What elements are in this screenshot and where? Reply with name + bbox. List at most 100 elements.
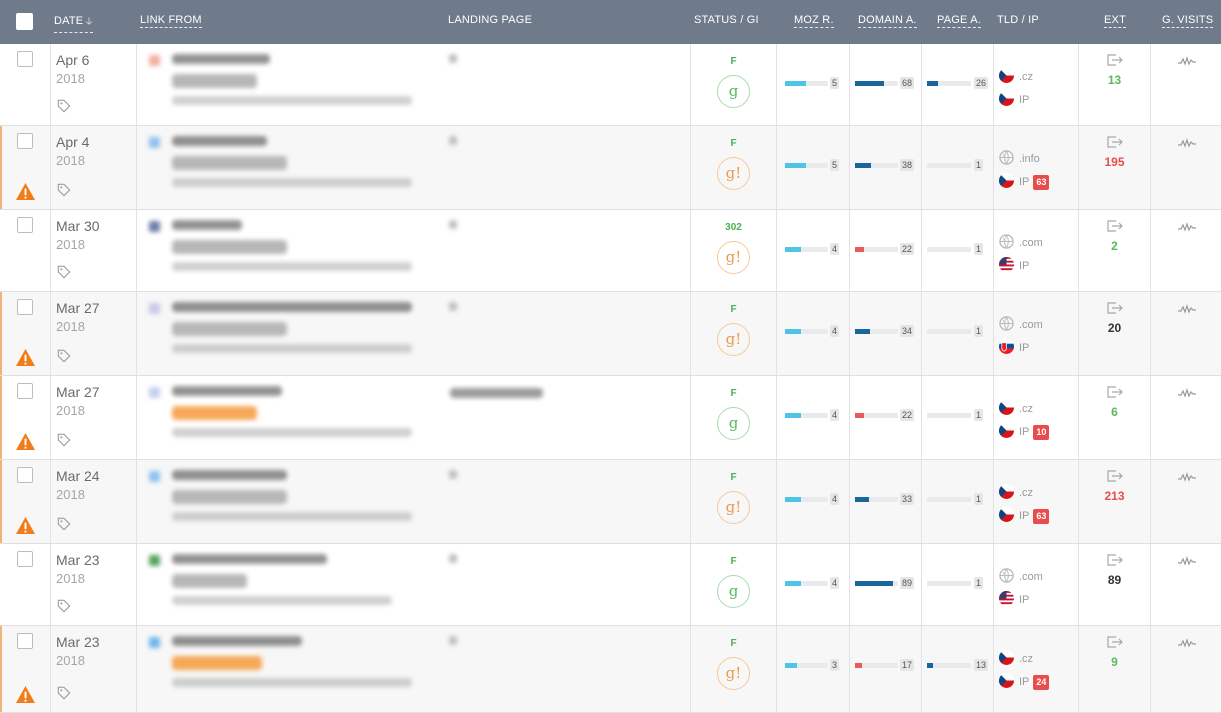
link-domain-redacted[interactable]: [172, 220, 242, 230]
warning-icon[interactable]: [15, 432, 36, 451]
page-authority-bar: [927, 663, 971, 668]
tag-icon[interactable]: [57, 99, 71, 113]
sort-down-icon: 🡣: [85, 16, 93, 27]
row-checkbox[interactable]: [17, 133, 33, 149]
cz-flag-icon: [999, 68, 1014, 83]
link-date: Mar 24: [56, 468, 100, 484]
visits-sparkline-icon[interactable]: [1178, 135, 1196, 148]
column-divider: [849, 126, 850, 209]
link-domain-redacted[interactable]: [172, 54, 270, 64]
landing-page-redacted[interactable]: [449, 136, 457, 145]
column-moz-rank[interactable]: MOZ R.: [794, 14, 834, 28]
moz-rank-value: 3: [830, 659, 840, 671]
domain-authority-fill: [855, 497, 870, 502]
row-checkbox[interactable]: [17, 467, 33, 483]
moz-rank-bar: [785, 329, 828, 334]
visits-sparkline-icon[interactable]: [1178, 385, 1196, 398]
landing-page-redacted[interactable]: [449, 302, 457, 311]
moz-rank-value: 5: [830, 159, 840, 171]
link-domain-redacted[interactable]: [172, 470, 287, 480]
tag-icon[interactable]: [57, 183, 71, 197]
tag-icon[interactable]: [57, 517, 71, 531]
link-domain-redacted[interactable]: [172, 554, 327, 564]
row-checkbox[interactable]: [17, 383, 33, 399]
domain-authority-value: 89: [900, 577, 915, 589]
tag-icon[interactable]: [57, 349, 71, 363]
landing-page-redacted[interactable]: [450, 388, 543, 398]
link-domain-redacted[interactable]: [172, 136, 267, 146]
column-divider: [1150, 44, 1151, 125]
external-link-icon[interactable]: [1107, 385, 1123, 398]
site-favicon: [149, 55, 160, 66]
visits-sparkline-icon[interactable]: [1178, 301, 1196, 314]
table-row: Apr 4 2018 Fg! 5 38 1 .info IP 63 195: [0, 126, 1221, 210]
external-link-icon[interactable]: [1107, 553, 1123, 566]
warning-stripe: [0, 460, 2, 543]
same-ip-count-badge[interactable]: 24: [1033, 675, 1050, 690]
tag-icon[interactable]: [57, 686, 71, 700]
landing-page-redacted[interactable]: [449, 636, 457, 645]
column-page-authority[interactable]: PAGE A.: [937, 14, 981, 28]
link-date: Apr 6: [56, 52, 90, 68]
link-description-redacted: [172, 596, 392, 605]
visits-sparkline-icon[interactable]: [1178, 53, 1196, 66]
domain-authority-fill: [855, 247, 865, 252]
moz-rank-bar: [785, 497, 828, 502]
column-divider: [921, 44, 922, 125]
external-link-icon[interactable]: [1107, 135, 1123, 148]
page-authority-bar: [927, 81, 971, 86]
cz-flag-icon: [999, 173, 1014, 188]
page-authority-fill: [927, 81, 939, 86]
same-ip-count-badge[interactable]: 10: [1033, 425, 1050, 440]
sort-date[interactable]: DATE 🡣: [54, 14, 93, 33]
landing-page-redacted[interactable]: [449, 54, 457, 63]
link-domain-redacted[interactable]: [172, 636, 302, 646]
column-link-from[interactable]: LINK FROM: [140, 14, 202, 28]
warning-icon[interactable]: [15, 685, 36, 704]
external-link-icon[interactable]: [1107, 635, 1123, 648]
row-checkbox[interactable]: [17, 217, 33, 233]
external-link-icon[interactable]: [1107, 219, 1123, 232]
row-checkbox[interactable]: [17, 633, 33, 649]
tag-icon[interactable]: [57, 433, 71, 447]
tag-icon[interactable]: [57, 265, 71, 279]
visits-sparkline-icon[interactable]: [1178, 635, 1196, 648]
column-status-gi: STATUS / GI: [694, 14, 759, 26]
external-link-icon[interactable]: [1107, 469, 1123, 482]
ip-label: IP: [1019, 176, 1030, 188]
visits-sparkline-icon[interactable]: [1178, 553, 1196, 566]
moz-rank-bar: [785, 413, 828, 418]
same-ip-count-badge[interactable]: 63: [1033, 175, 1050, 190]
warning-icon[interactable]: [15, 348, 36, 367]
visits-sparkline-icon[interactable]: [1178, 469, 1196, 482]
link-domain-redacted[interactable]: [172, 386, 282, 396]
row-checkbox[interactable]: [17, 299, 33, 315]
landing-page-redacted[interactable]: [449, 554, 457, 563]
site-favicon: [149, 555, 160, 566]
column-divider: [136, 544, 137, 625]
page-authority-bar: [927, 163, 971, 168]
landing-page-redacted[interactable]: [449, 220, 457, 229]
moz-rank-fill: [785, 413, 802, 418]
column-ext[interactable]: EXT: [1104, 14, 1126, 28]
warning-icon[interactable]: [15, 516, 36, 535]
select-all-checkbox[interactable]: [16, 13, 33, 30]
landing-page-redacted[interactable]: [449, 470, 457, 479]
column-divider: [921, 126, 922, 209]
moz-rank-fill: [785, 497, 802, 502]
external-link-icon[interactable]: [1107, 301, 1123, 314]
ip-label: IP: [1019, 594, 1030, 606]
tag-icon[interactable]: [57, 599, 71, 613]
tld-value: .com: [1019, 571, 1043, 583]
same-ip-count-badge[interactable]: 63: [1033, 509, 1050, 524]
external-link-icon[interactable]: [1107, 53, 1123, 66]
column-google-visits[interactable]: G. VISITS: [1162, 14, 1214, 28]
row-checkbox[interactable]: [17, 551, 33, 567]
row-checkbox[interactable]: [17, 51, 33, 67]
external-links-count: 2: [1111, 239, 1118, 253]
visits-sparkline-icon[interactable]: [1178, 219, 1196, 232]
warning-icon[interactable]: [15, 182, 36, 201]
link-description-redacted: [172, 678, 412, 687]
column-domain-authority[interactable]: DOMAIN A.: [858, 14, 917, 28]
link-domain-redacted[interactable]: [172, 302, 412, 312]
